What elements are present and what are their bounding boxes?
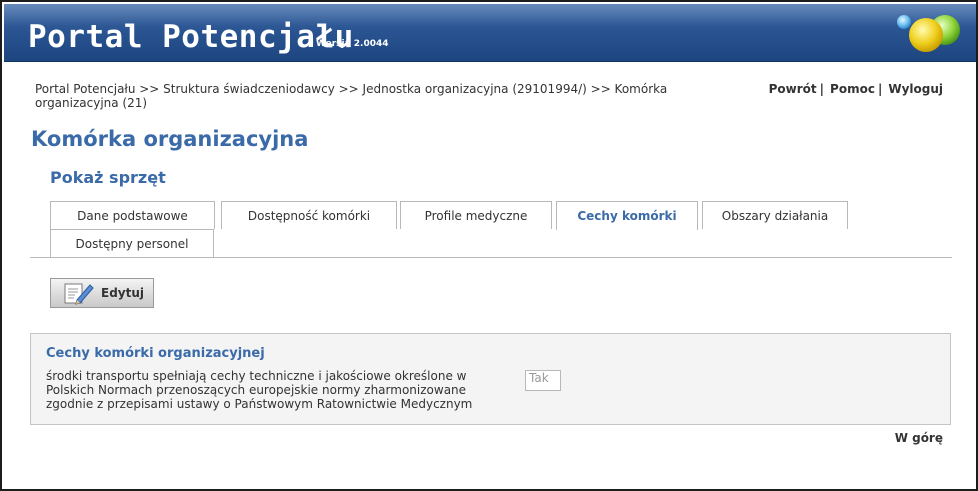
- back-link[interactable]: Powrót: [769, 82, 817, 96]
- app-window: Portal Potencjału Wersja 2.0044 Portal P…: [0, 0, 978, 491]
- tab-cechy-komorki[interactable]: Cechy komórki: [556, 201, 698, 230]
- edit-button[interactable]: Edytuj: [50, 278, 154, 308]
- app-header: Portal Potencjału Wersja 2.0044: [4, 4, 976, 62]
- tab-obszary-dzialania[interactable]: Obszary działania: [702, 201, 848, 229]
- tab-dostepny-personel[interactable]: Dostępny personel: [50, 229, 214, 257]
- edit-pencil-icon: [64, 283, 94, 305]
- top-links: Powrót | Pomoc | Wyloguj: [769, 82, 943, 96]
- logout-link[interactable]: Wyloguj: [888, 82, 943, 96]
- section-title: Pokaż sprzęt: [50, 168, 166, 187]
- features-panel: Cechy komórki organizacyjnej środki tran…: [30, 333, 951, 425]
- help-link[interactable]: Pomoc: [830, 82, 875, 96]
- bubbles-logo-icon: [897, 15, 960, 52]
- link-separator: |: [819, 82, 825, 96]
- breadcrumb[interactable]: Portal Potencjału >> Struktura świadczen…: [35, 82, 715, 110]
- app-version: Wersja 2.0044: [316, 39, 389, 49]
- app-title: Portal Potencjału: [28, 19, 354, 55]
- tab-dostepnosc-komorki[interactable]: Dostępność komórki: [221, 201, 397, 229]
- tab-divider: [30, 257, 952, 258]
- page-title: Komórka organizacyjna: [31, 127, 309, 151]
- panel-title: Cechy komórki organizacyjnej: [46, 346, 265, 361]
- transport-standard-label: środki transportu spełniają cechy techni…: [46, 369, 473, 411]
- tab-dane-podstawowe[interactable]: Dane podstawowe: [50, 201, 215, 229]
- link-separator: |: [877, 82, 883, 96]
- scroll-to-top-link[interactable]: W górę: [895, 431, 943, 445]
- transport-standard-value: Tak: [525, 370, 561, 391]
- tab-profile-medyczne[interactable]: Profile medyczne: [400, 201, 552, 229]
- edit-button-label: Edytuj: [101, 286, 145, 300]
